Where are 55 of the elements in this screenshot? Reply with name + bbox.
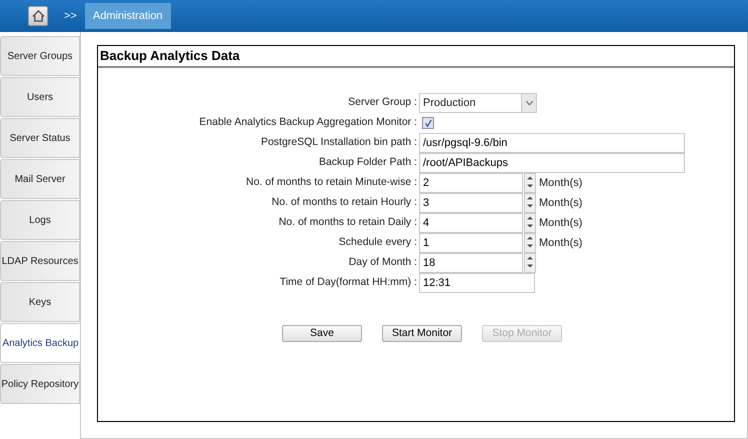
spinner-arrows[interactable]	[524, 233, 536, 253]
field-label: Day of Month :	[348, 255, 418, 270]
field-label: Schedule every :	[338, 235, 418, 250]
sidebar-tab[interactable]: Users	[0, 77, 80, 117]
down-arrow-icon	[527, 204, 533, 208]
down-arrow-icon	[527, 184, 533, 188]
sidebar-tab[interactable]: Keys	[0, 282, 80, 322]
sidebar-tab[interactable]: Analytics Backup	[0, 323, 80, 363]
number-field[interactable]: 18	[419, 253, 523, 273]
field-label: No. of months to retain Daily :	[278, 215, 418, 230]
up-arrow-icon	[527, 196, 533, 200]
action-button[interactable]: Start Monitor	[382, 325, 462, 342]
spinner-arrows[interactable]	[524, 253, 536, 273]
unit-label: Month(s)	[539, 236, 582, 251]
input-field[interactable]: /usr/pgsql-9.6/bin	[419, 133, 685, 153]
up-arrow-icon	[527, 216, 533, 220]
unit-label: Month(s)	[539, 176, 582, 191]
breadcrumb-separator: >>	[64, 8, 77, 24]
home-icon	[32, 10, 44, 22]
action-button[interactable]: Save	[282, 325, 362, 342]
field-label: Time of Day(format HH:mm) :	[278, 275, 418, 290]
field-label: PostgreSQL Installation bin path :	[260, 135, 418, 150]
field-label: Backup Folder Path :	[318, 155, 418, 170]
panel-title: Backup Analytics Data	[98, 46, 734, 68]
field-label: Server Group :	[347, 95, 418, 110]
chevron-down-icon	[526, 101, 532, 105]
spinner-arrows[interactable]	[524, 173, 536, 193]
sidebar-tab[interactable]: Server Groups	[0, 36, 80, 76]
number-field[interactable]: 1	[419, 233, 523, 253]
sidebar-tab[interactable]: Server Status	[0, 118, 80, 158]
number-field[interactable]: 3	[419, 193, 523, 213]
field-label: No. of months to retain Hourly :	[270, 195, 418, 210]
checkbox[interactable]	[422, 117, 434, 129]
up-arrow-icon	[527, 236, 533, 240]
home-button[interactable]	[28, 6, 48, 26]
input-field[interactable]: 12:31	[419, 273, 535, 293]
spinner-arrows[interactable]	[524, 213, 536, 233]
spinner-arrows[interactable]	[524, 193, 536, 213]
sidebar-tab[interactable]: Logs	[0, 200, 80, 240]
unit-label: Month(s)	[539, 216, 582, 231]
down-arrow-icon	[527, 224, 533, 228]
input-field[interactable]: /root/APIBackups	[419, 153, 685, 173]
number-field[interactable]: 2	[419, 173, 523, 193]
number-field[interactable]: 4	[419, 213, 523, 233]
up-arrow-icon	[527, 256, 533, 260]
unit-label: Month(s)	[539, 196, 582, 211]
sidebar-tab[interactable]: Mail Server	[0, 159, 80, 199]
sidebar-tab[interactable]: LDAP Resources	[0, 241, 80, 281]
select-field[interactable]: Production	[419, 93, 537, 113]
sidebar-tab[interactable]: Policy Repository	[0, 364, 80, 404]
down-arrow-icon	[527, 244, 533, 248]
up-arrow-icon	[527, 176, 533, 180]
field-label: Enable Analytics Backup Aggregation Monitor :	[198, 115, 418, 130]
down-arrow-icon	[527, 264, 533, 268]
field-label: No. of months to retain Minute-wise :	[245, 175, 418, 190]
